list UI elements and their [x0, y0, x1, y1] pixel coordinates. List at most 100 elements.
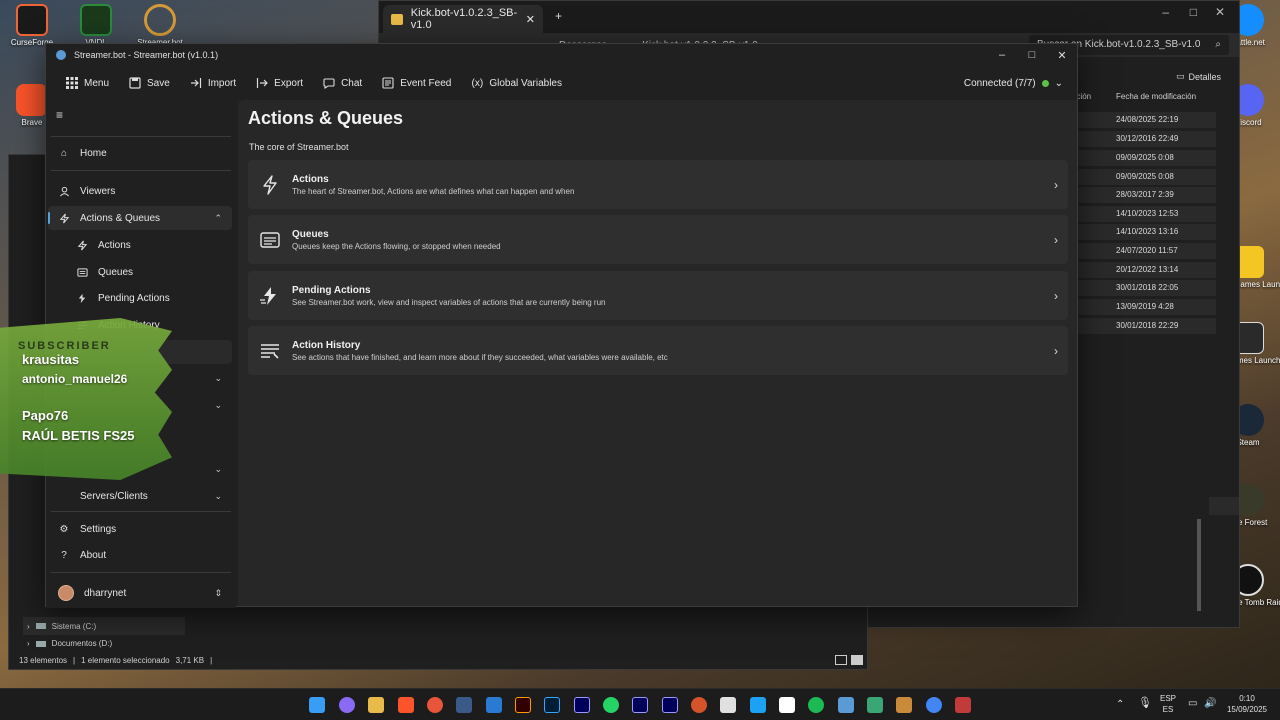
illustrator-icon[interactable]	[515, 697, 531, 713]
expand-chevron-icon[interactable]: ›	[27, 622, 30, 631]
chevron-up-icon[interactable]: ⌃	[214, 213, 222, 224]
card-action-history[interactable]: Action History See actions that have fin…	[248, 326, 1068, 375]
vertical-scrollbar[interactable]	[1197, 519, 1201, 611]
microphone-icon[interactable]: 🎙	[1138, 698, 1152, 709]
global-variables-button[interactable]: (x) Global Variables	[461, 68, 572, 98]
details-button[interactable]: ▭ Detalles	[1176, 71, 1221, 82]
sidebar-item-settings[interactable]: ⚙ Settings	[48, 517, 232, 541]
date-cell: 30/01/2018 22:29	[1116, 321, 1179, 330]
chat-button[interactable]: Chat	[313, 68, 372, 98]
tree-item-label: Documentos (D:)	[51, 639, 113, 648]
whatsapp-icon[interactable]	[603, 697, 619, 713]
volume-icon[interactable]: 🔊	[1204, 698, 1216, 709]
save-icon	[129, 77, 141, 89]
vscode-icon[interactable]	[486, 697, 502, 713]
chevron-down-icon[interactable]: ⌄	[214, 464, 222, 475]
photoshop-icon[interactable]	[544, 697, 560, 713]
premiere-icon[interactable]	[632, 697, 648, 713]
copilot-icon[interactable]	[339, 697, 355, 713]
column-header-modified[interactable]: Fecha de modificación	[1116, 92, 1196, 101]
language-code: ESP	[1160, 694, 1177, 703]
tree-item-system[interactable]: › Sistema (C:)	[23, 617, 185, 635]
app-icon[interactable]	[867, 697, 883, 713]
sidebar-item-label: Queues	[98, 266, 134, 278]
desktop-icon-curseforge[interactable]: CurseForge	[0, 4, 64, 48]
connection-status[interactable]: Connected (7/7) ⌄	[964, 68, 1063, 98]
network-icon[interactable]: ▭	[1188, 698, 1197, 709]
app-icon[interactable]	[691, 697, 707, 713]
spotify-icon[interactable]	[808, 697, 824, 713]
status-selection: 1 elemento seleccionado	[81, 656, 170, 665]
language-indicator[interactable]: ESP ES	[1160, 693, 1176, 715]
app-icon[interactable]	[456, 697, 472, 713]
export-button[interactable]: Export	[246, 68, 313, 98]
tree-item-documents[interactable]: › Documentos (D:)	[23, 639, 112, 648]
explorer-tab[interactable]: Kick.bot-v1.0.2.3_SB-v1.0 ✕	[383, 5, 543, 33]
brave-icon[interactable]	[398, 697, 414, 713]
overlay-name: Papo76	[22, 408, 69, 423]
sidebar-item-servers-clients[interactable]: Servers/Clients ⌄	[48, 484, 232, 508]
app-icon[interactable]	[750, 697, 766, 713]
minimize-button[interactable]: –	[987, 44, 1017, 66]
chevron-down-icon[interactable]: ⌄	[214, 400, 222, 411]
windows-start-icon[interactable]	[309, 697, 325, 713]
maximize-icon[interactable]: □	[1190, 5, 1197, 19]
overlay-title: SUBSCRIBER	[18, 340, 111, 352]
app-icon[interactable]	[955, 697, 971, 713]
tiles-view-icon[interactable]	[851, 655, 863, 665]
after-effects-icon[interactable]	[662, 697, 678, 713]
sidebar-item-pending-actions[interactable]: Pending Actions	[48, 286, 232, 310]
sidebar-item-actions[interactable]: Actions	[48, 233, 232, 257]
chevron-down-icon[interactable]: ⌄	[214, 491, 222, 502]
desktop-icon-vndl[interactable]: VNDL	[64, 4, 128, 48]
horizontal-scrollbar[interactable]	[1209, 497, 1239, 515]
close-tab-icon[interactable]: ✕	[526, 13, 535, 26]
date-cell: 30/01/2018 22:05	[1116, 283, 1179, 292]
history-icon	[248, 342, 292, 360]
clock-time: 0:10	[1239, 694, 1255, 703]
hamburger-menu-icon[interactable]: ≡	[56, 108, 63, 122]
sidebar-item-queues[interactable]: Queues	[48, 260, 232, 284]
menu-button[interactable]: Menu	[56, 68, 119, 98]
menu-label: Menu	[84, 77, 110, 89]
sidebar-item-label: Home	[80, 147, 107, 159]
save-button[interactable]: Save	[119, 68, 180, 98]
title-bar[interactable]: Streamer.bot - Streamer.bot (v1.0.1)	[46, 44, 1077, 66]
minimize-icon[interactable]: –	[1162, 5, 1169, 19]
event-feed-icon	[382, 77, 394, 89]
card-queues[interactable]: Queues Queues keep the Actions flowing, …	[248, 215, 1068, 264]
card-pending-actions[interactable]: Pending Actions See Streamer.bot work, v…	[248, 271, 1068, 320]
chevron-down-icon[interactable]: ⌄	[214, 373, 222, 384]
new-tab-icon[interactable]: +	[555, 9, 562, 23]
close-button[interactable]: ✕	[1047, 44, 1077, 66]
chevron-updown-icon[interactable]: ⇕	[214, 588, 222, 599]
notion-icon[interactable]	[779, 697, 795, 713]
app-icon[interactable]	[896, 697, 912, 713]
file-explorer-icon[interactable]	[368, 697, 384, 713]
maximize-button[interactable]: □	[1017, 44, 1047, 66]
user-profile[interactable]: dharrynet ⇕	[48, 581, 232, 605]
tray-overflow-icon[interactable]: ⌃	[1116, 699, 1124, 710]
user-icon	[58, 185, 70, 197]
event-feed-button[interactable]: Event Feed	[372, 68, 461, 98]
chevron-down-icon[interactable]: ⌄	[1055, 78, 1063, 89]
media-encoder-icon[interactable]	[574, 697, 590, 713]
streamerbot-icon[interactable]	[838, 697, 854, 713]
chrome-icon[interactable]	[926, 697, 942, 713]
app-icon[interactable]	[427, 697, 443, 713]
card-actions[interactable]: Actions The heart of Streamer.bot, Actio…	[248, 160, 1068, 209]
close-icon[interactable]: ✕	[1215, 5, 1225, 19]
avatar	[58, 585, 74, 601]
sidebar-item-home[interactable]: ⌂ Home	[48, 141, 232, 165]
clock[interactable]: 0:10 15/09/2025	[1224, 693, 1270, 715]
sidebar-item-actions-queues[interactable]: Actions & Queues ⌃	[48, 206, 232, 230]
expand-chevron-icon[interactable]: ›	[27, 639, 30, 648]
sidebar-item-viewers[interactable]: Viewers	[48, 179, 232, 203]
import-button[interactable]: Import	[180, 68, 246, 98]
chevron-right-icon: ›	[1054, 232, 1058, 247]
sidebar-item-label: Servers/Clients	[80, 490, 148, 502]
app-icon[interactable]	[720, 697, 736, 713]
details-view-icon[interactable]	[835, 655, 847, 665]
desktop-icon-streamerbot[interactable]: Streamer.bot	[128, 4, 192, 48]
sidebar-item-about[interactable]: ? About	[48, 543, 232, 567]
